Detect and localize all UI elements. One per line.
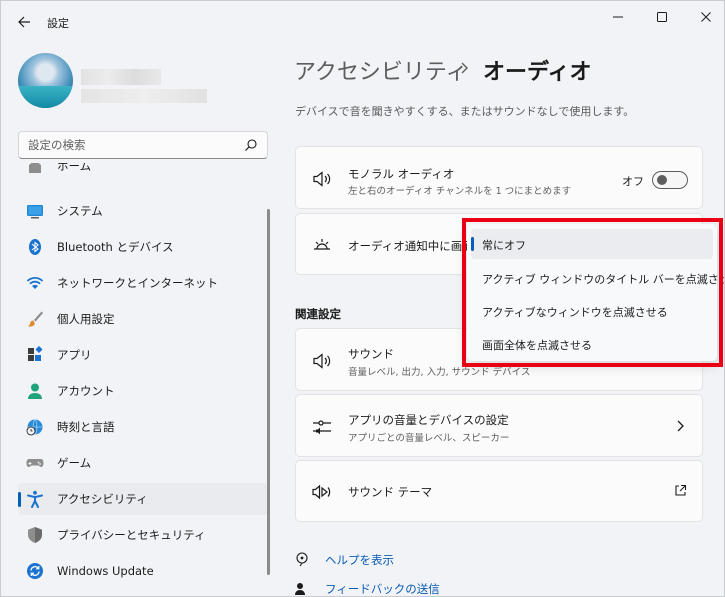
sidebar-item-accounts[interactable]: アカウント — [18, 375, 268, 407]
dropdown-option-flash-window[interactable]: アクティブなウィンドウを点滅させる — [471, 296, 713, 326]
flash-screen-title: オーディオ通知中に画面 — [348, 239, 474, 253]
sidebar-item-label: ゲーム — [57, 456, 92, 470]
sidebar-item-accessibility[interactable]: アクセシビリティ — [18, 483, 268, 515]
settings-search[interactable] — [18, 131, 268, 159]
app-title: 設定 — [47, 17, 69, 30]
toggle-knob — [657, 175, 667, 185]
wifi-icon — [26, 277, 44, 289]
active-indicator — [18, 492, 21, 507]
sidebar-item-label: Bluetooth とデバイス — [57, 240, 174, 254]
system-icon — [27, 205, 43, 219]
maximize-icon — [657, 12, 667, 22]
speaker-icon — [313, 353, 331, 369]
dropdown-option-label: アクティブ ウィンドウのタイトル バーを点滅させる — [482, 273, 725, 286]
bluetooth-icon — [29, 239, 41, 255]
windows-update-icon — [27, 563, 43, 579]
app-volume-title: アプリの音量とデバイスの設定 — [348, 413, 509, 427]
back-arrow-icon — [18, 16, 30, 28]
accessibility-icon — [27, 490, 43, 508]
account-icon — [28, 383, 42, 399]
sidebar-item-gaming[interactable]: ゲーム — [18, 447, 268, 479]
mono-audio-subtitle: 左と右のオーディオ チャンネルを 1 つにまとめます — [348, 186, 572, 197]
toggle-state-label: オフ — [622, 175, 644, 188]
mono-audio-toggle[interactable] — [652, 171, 688, 189]
sidebar-item-home[interactable]: ホーム — [18, 163, 268, 183]
sidebar-item-system[interactable]: システム — [18, 195, 268, 227]
apps-icon — [28, 346, 43, 361]
feedback-icon — [295, 583, 305, 595]
volume-mixer-icon — [313, 420, 331, 435]
settings-window: 設定 ホーム — [0, 0, 725, 597]
minimize-button[interactable] — [603, 6, 633, 28]
feedback-link-label[interactable]: フィードバックの送信 — [325, 581, 440, 596]
brush-icon — [27, 311, 43, 327]
user-email-redacted — [81, 89, 207, 103]
speaker-icon — [313, 171, 331, 187]
sidebar-scrollbar[interactable] — [267, 209, 270, 575]
sidebar-item-bluetooth[interactable]: Bluetooth とデバイス — [18, 231, 268, 263]
user-avatar[interactable] — [18, 53, 73, 108]
title-bar: 設定 — [1, 1, 724, 43]
back-button[interactable] — [13, 11, 35, 33]
sidebar-item-label: ホーム — [57, 163, 92, 173]
sidebar-item-personalization[interactable]: 個人用設定 — [18, 303, 268, 335]
brightness-icon — [314, 239, 330, 250]
page-title: オーディオ — [483, 60, 592, 85]
gamepad-icon — [26, 459, 44, 467]
mono-audio-title: モノラル オーディオ — [348, 167, 455, 181]
search-input[interactable] — [19, 132, 239, 158]
dropdown-option-flash-screen[interactable]: 画面全体を点滅させる — [471, 329, 713, 359]
home-icon — [29, 163, 41, 173]
sidebar-item-privacy[interactable]: プライバシーとセキュリティ — [18, 519, 268, 551]
flash-options-dropdown: 常にオフ アクティブ ウィンドウのタイトル バーを点滅させる アクティブなウィン… — [467, 224, 724, 361]
breadcrumb-parent[interactable]: アクセシビリティ — [294, 54, 468, 86]
page-description: デバイスで音を聞きやすくする、またはサウンドなしで使用します。 — [295, 105, 635, 118]
maximize-button[interactable] — [647, 6, 677, 28]
help-icon — [296, 552, 308, 567]
close-icon — [701, 12, 711, 22]
chevron-right-icon — [677, 420, 684, 432]
sidebar-item-network[interactable]: ネットワークとインターネット — [18, 267, 268, 299]
shield-icon — [28, 527, 42, 543]
sidebar-item-windows-update[interactable]: Windows Update — [18, 555, 268, 587]
external-link-icon — [675, 484, 687, 496]
sound-theme-icon — [312, 484, 331, 500]
help-link-label[interactable]: ヘルプを表示 — [325, 552, 394, 568]
app-volume-subtitle: アプリごとの音量レベル、スピーカー — [348, 433, 510, 444]
sound-title: サウンド — [348, 347, 394, 361]
minimize-icon — [613, 16, 623, 18]
dropdown-option-label: 画面全体を点滅させる — [482, 339, 592, 352]
sound-theme-title: サウンド テーマ — [348, 485, 433, 499]
dropdown-option-label: 常にオフ — [482, 239, 526, 252]
dropdown-option-always-off[interactable]: 常にオフ — [471, 229, 713, 259]
sidebar-item-label: アプリ — [57, 348, 92, 362]
close-button[interactable] — [691, 6, 721, 28]
sidebar-item-label: 時刻と言語 — [57, 420, 115, 434]
sidebar-item-label: プライバシーとセキュリティ — [57, 528, 206, 542]
sidebar-item-label: Windows Update — [57, 564, 154, 578]
mono-audio-card: モノラル オーディオ 左と右のオーディオ チャンネルを 1 つにまとめます オフ — [295, 146, 703, 209]
chevron-right-icon — [461, 62, 468, 74]
sidebar-item-label: アカウント — [57, 384, 115, 398]
dropdown-option-flash-title-bar[interactable]: アクティブ ウィンドウのタイトル バーを点滅させる — [471, 263, 724, 293]
time-language-icon — [26, 419, 43, 436]
sidebar-item-label: 個人用設定 — [57, 312, 115, 326]
sidebar-item-label: システム — [57, 204, 103, 218]
dropdown-option-label: アクティブなウィンドウを点滅させる — [482, 306, 668, 319]
sound-subtitle: 音量レベル, 出力, 入力, サウンド デバイス — [348, 367, 531, 378]
user-name-redacted — [81, 69, 161, 85]
sound-theme-card[interactable]: サウンド テーマ — [295, 460, 703, 522]
sidebar-item-time-language[interactable]: 時刻と言語 — [18, 411, 268, 443]
sidebar-item-label: アクセシビリティ — [57, 492, 148, 506]
selected-indicator — [471, 237, 474, 251]
search-icon[interactable] — [244, 138, 258, 152]
related-settings-heading: 関連設定 — [295, 307, 341, 321]
sidebar-item-label: ネットワークとインターネット — [57, 276, 218, 290]
sidebar-item-apps[interactable]: アプリ — [18, 339, 268, 371]
app-volume-card[interactable]: アプリの音量とデバイスの設定 アプリごとの音量レベル、スピーカー — [295, 394, 703, 457]
